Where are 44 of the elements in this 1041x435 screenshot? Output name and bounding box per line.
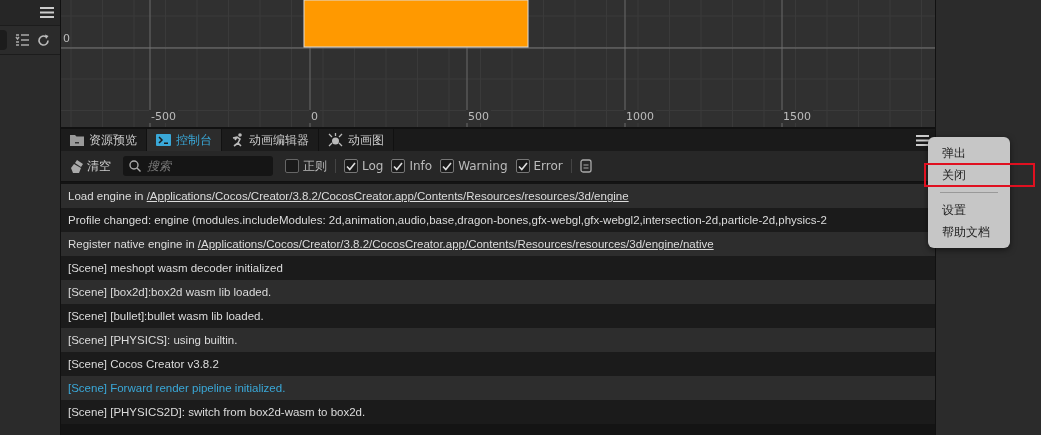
log-message: Profile changed: engine (modules.includeModules: 2d,animation,audio,base,dragon-bones,gfx-webgl,gfx-webgl2,intersection-2d,particle-2d,physics-2	[68, 214, 827, 226]
filter-checkbox[interactable]: Error	[515, 159, 563, 173]
menu-item[interactable]: 弹出	[928, 142, 1010, 164]
log-message: [Scene] [bullet]:bullet wasm lib loaded.	[68, 310, 264, 322]
log-message: [Scene] Forward render pipeline initialized.	[68, 382, 286, 394]
menu-item[interactable]: 关闭	[925, 164, 1034, 186]
refresh-icon[interactable]	[37, 33, 50, 47]
menu-item[interactable]: 设置	[928, 199, 1010, 221]
menu-icon[interactable]	[916, 134, 929, 146]
checkmark-icon	[346, 161, 356, 171]
filter-checkbox[interactable]: 正则	[285, 157, 327, 175]
menu-icon[interactable]	[40, 7, 54, 18]
log-message: [Scene] meshopt wasm decoder initialized	[68, 262, 283, 274]
runner-icon	[231, 133, 244, 147]
menu-item[interactable]: 帮助文档	[928, 221, 1010, 243]
checkmark-icon	[393, 161, 404, 171]
folder-icon	[70, 134, 84, 146]
axis-label: 1000	[624, 110, 656, 123]
checkmark-icon	[442, 161, 453, 171]
log-message: [Scene] [box2d]:box2d wasm lib loaded.	[68, 286, 272, 298]
document-icon[interactable]	[579, 159, 592, 173]
path-link[interactable]: /Applications/Cocos/Creator/3.8.2/CocosCreator.app/Contents/Resources/resources/3d/engine	[146, 190, 629, 202]
broom-icon	[71, 159, 85, 173]
sort-icon[interactable]	[15, 34, 29, 46]
log-message: [Scene] [PHYSICS]: using builtin.	[68, 334, 238, 346]
search-field[interactable]: 搜索	[123, 156, 273, 176]
filter-checkbox[interactable]: Warning	[440, 159, 508, 173]
path-link[interactable]: /Applications/Cocos/Creator/3.8.2/CocosCreator.app/Contents/Resources/resources/3d/engine/native	[197, 238, 714, 250]
clear-button[interactable]: 清空	[67, 157, 115, 175]
graph-icon	[328, 133, 343, 147]
log-message: [Scene] Cocos Creator v3.8.2	[68, 358, 219, 370]
filter-checkbox[interactable]: Log	[344, 159, 384, 173]
axis-label: 0	[63, 32, 70, 45]
axis-label: 500	[466, 110, 491, 123]
axis-label: 1500	[781, 110, 813, 123]
log-message: Register native engine in /Applications/Cocos/Creator/3.8.2/CocosCreator.app/Contents/Resources/resources/3d/engine/native	[68, 238, 714, 250]
panel-tab[interactable]: 控制台	[147, 129, 222, 151]
filter-checkbox[interactable]: Info	[391, 159, 433, 173]
axis-label: 0	[309, 110, 320, 123]
axis-label: -500	[149, 110, 178, 123]
terminal-icon	[156, 134, 171, 146]
log-message: Load engine in /Applications/Cocos/Creator/3.8.2/CocosCreator.app/Contents/Resources/resources/3d/engine	[68, 190, 629, 202]
checkmark-icon	[517, 161, 528, 171]
log-message: [Scene] [PHYSICS2D]: switch from box2d-wasm to box2d.	[68, 406, 366, 418]
